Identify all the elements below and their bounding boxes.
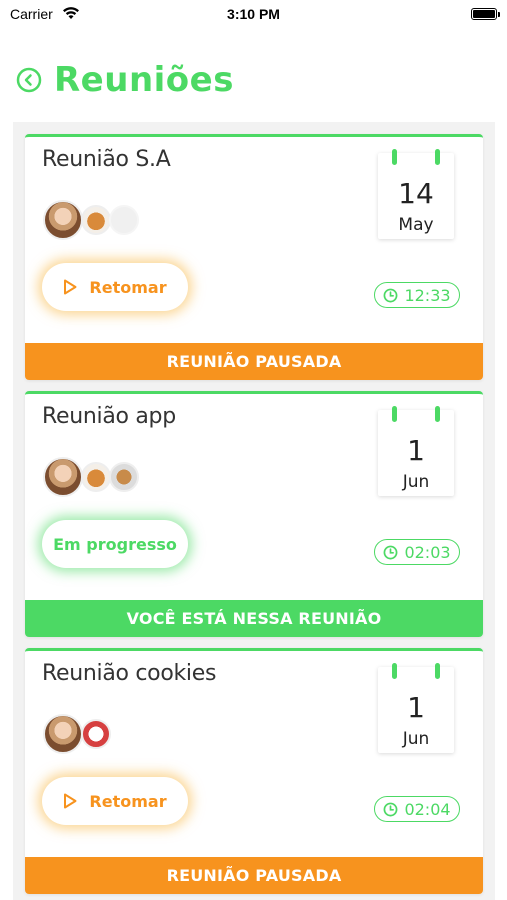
- meeting-list[interactable]: Reunião S.A 14 May Retomar 12:33 REUNIÃO…: [13, 122, 495, 900]
- duration-text: 02:04: [404, 799, 451, 819]
- clock-icon: [384, 545, 398, 559]
- play-icon: [64, 793, 77, 809]
- clock-icon: [384, 288, 398, 302]
- meeting-card[interactable]: Reunião S.A 14 May Retomar 12:33 REUNIÃO…: [25, 134, 483, 380]
- avatar: [81, 719, 111, 749]
- clock-icon: [384, 802, 398, 816]
- avatar: [109, 205, 139, 235]
- avatar: [43, 200, 83, 240]
- meeting-card[interactable]: Reunião app 1 Jun Em progresso 02:03 VOC…: [25, 391, 483, 637]
- status-banner: VOCÊ ESTÁ NESSA REUNIÃO: [25, 600, 483, 637]
- meeting-name: Reunião S.A: [42, 147, 171, 172]
- date-day: 1: [407, 691, 425, 724]
- date-month: Jun: [402, 729, 430, 749]
- meeting-date: 14 May: [378, 149, 454, 239]
- meeting-name: Reunião cookies: [42, 661, 217, 686]
- calendar-ring: [392, 663, 397, 679]
- meeting-date: 1 Jun: [378, 406, 454, 496]
- status-banner: REUNIÃO PAUSADA: [25, 343, 483, 380]
- calendar-ring: [392, 406, 397, 422]
- avatar: [43, 714, 83, 754]
- duration-text: 02:03: [404, 542, 451, 562]
- duration-badge: 02:04: [374, 796, 460, 822]
- resume-label: Retomar: [89, 277, 167, 297]
- participant-avatars: [43, 713, 111, 755]
- meeting-name: Reunião app: [42, 404, 176, 429]
- participant-avatars: [43, 456, 139, 498]
- calendar-ring: [392, 149, 397, 165]
- page-header: Reuniões: [16, 58, 234, 102]
- participant-avatars: [43, 199, 139, 241]
- resume-label: Retomar: [89, 791, 167, 811]
- avatar: [43, 457, 83, 497]
- avatar: [81, 205, 111, 235]
- date-day: 14: [398, 177, 434, 210]
- resume-button[interactable]: Retomar: [42, 777, 188, 825]
- date-day: 1: [407, 434, 425, 467]
- in-progress-button[interactable]: Em progresso: [42, 520, 188, 568]
- avatar: [109, 462, 139, 492]
- battery-icon: [471, 8, 500, 20]
- calendar-ring: [435, 149, 440, 165]
- duration-badge: 02:03: [374, 539, 460, 565]
- date-month: May: [398, 215, 434, 235]
- meeting-card[interactable]: Reunião cookies 1 Jun Retomar 02:04 REUN…: [25, 648, 483, 894]
- in-progress-label: Em progresso: [53, 534, 177, 554]
- resume-button[interactable]: Retomar: [42, 263, 188, 311]
- calendar-ring: [435, 406, 440, 422]
- duration-text: 12:33: [404, 285, 451, 305]
- play-icon: [64, 279, 77, 295]
- meeting-date: 1 Jun: [378, 663, 454, 753]
- chevron-left-circle-icon[interactable]: [16, 67, 42, 93]
- calendar-ring: [435, 663, 440, 679]
- status-banner: REUNIÃO PAUSADA: [25, 857, 483, 894]
- date-month: Jun: [402, 472, 430, 492]
- avatar: [81, 462, 111, 492]
- clock-time: 3:10 PM: [227, 6, 280, 22]
- status-bar: Carrier 3:10 PM: [0, 0, 507, 30]
- duration-badge: 12:33: [374, 282, 460, 308]
- page-title: Reuniões: [54, 60, 234, 100]
